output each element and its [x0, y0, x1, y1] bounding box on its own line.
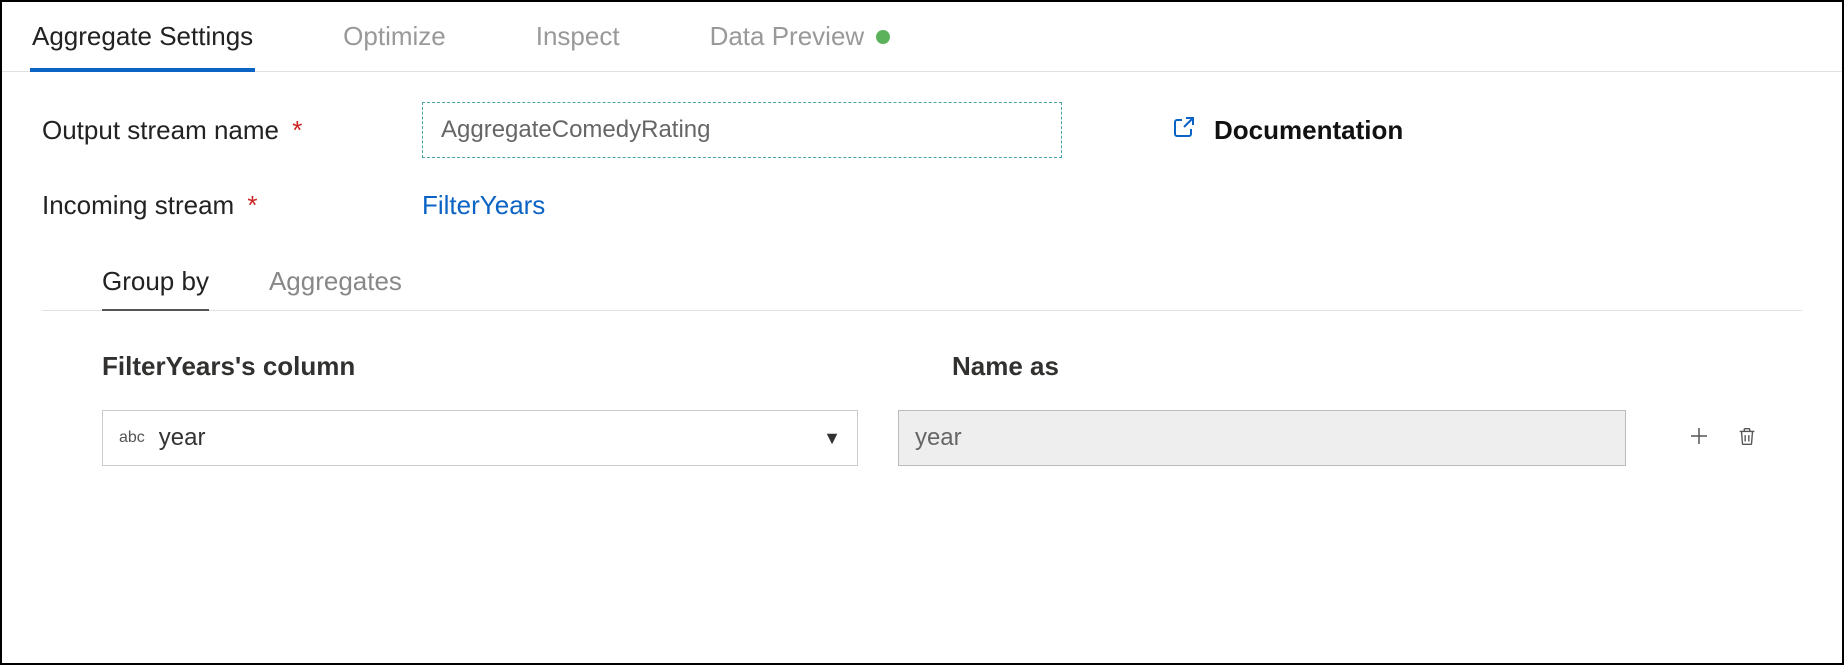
required-asterisk: *: [292, 115, 302, 145]
form-area: Output stream name * Documentation Incom…: [2, 72, 1842, 476]
tab-data-preview-label: Data Preview: [710, 21, 865, 52]
documentation-link[interactable]: Documentation: [1172, 115, 1403, 146]
external-link-icon: [1172, 115, 1196, 146]
aggregate-settings-panel: Aggregate Settings Optimize Inspect Data…: [0, 0, 1844, 665]
source-column-dropdown[interactable]: abc year ▼: [102, 410, 858, 466]
tab-optimize[interactable]: Optimize: [341, 2, 448, 71]
output-stream-label: Output stream name *: [42, 115, 422, 146]
subtab-group-by[interactable]: Group by: [102, 253, 209, 310]
status-dot-icon: [876, 30, 890, 44]
documentation-label: Documentation: [1214, 115, 1403, 146]
trash-icon: [1736, 424, 1758, 453]
delete-row-button[interactable]: [1732, 423, 1762, 453]
incoming-stream-row: Incoming stream * FilterYears: [42, 190, 1802, 221]
output-stream-name-input[interactable]: [422, 102, 1062, 158]
column-header-source: FilterYears's column: [102, 351, 912, 382]
required-asterisk: *: [247, 190, 257, 220]
output-stream-label-text: Output stream name: [42, 115, 279, 145]
chevron-down-icon: ▼: [823, 428, 841, 449]
column-headers: FilterYears's column Name as: [102, 351, 1762, 382]
tab-data-preview[interactable]: Data Preview: [708, 2, 893, 71]
columns-area: FilterYears's column Name as abc year ▼: [42, 311, 1802, 466]
sub-tabs: Group by Aggregates: [42, 253, 1802, 311]
row-actions: [1684, 423, 1762, 453]
tab-aggregate-settings[interactable]: Aggregate Settings: [30, 2, 255, 71]
column-row: abc year ▼: [102, 410, 1762, 466]
top-tabs: Aggregate Settings Optimize Inspect Data…: [2, 2, 1842, 72]
column-header-name-as: Name as: [952, 351, 1732, 382]
plus-icon: [1687, 424, 1711, 453]
source-column-value: year: [159, 424, 206, 452]
add-row-button[interactable]: [1684, 423, 1714, 453]
output-stream-row: Output stream name * Documentation: [42, 102, 1802, 158]
type-badge: abc: [119, 429, 145, 447]
tab-inspect[interactable]: Inspect: [534, 2, 622, 71]
incoming-stream-label-text: Incoming stream: [42, 190, 234, 220]
name-as-input[interactable]: [898, 410, 1626, 466]
subtab-aggregates[interactable]: Aggregates: [269, 253, 402, 310]
incoming-stream-link[interactable]: FilterYears: [422, 190, 545, 221]
incoming-stream-label: Incoming stream *: [42, 190, 422, 221]
